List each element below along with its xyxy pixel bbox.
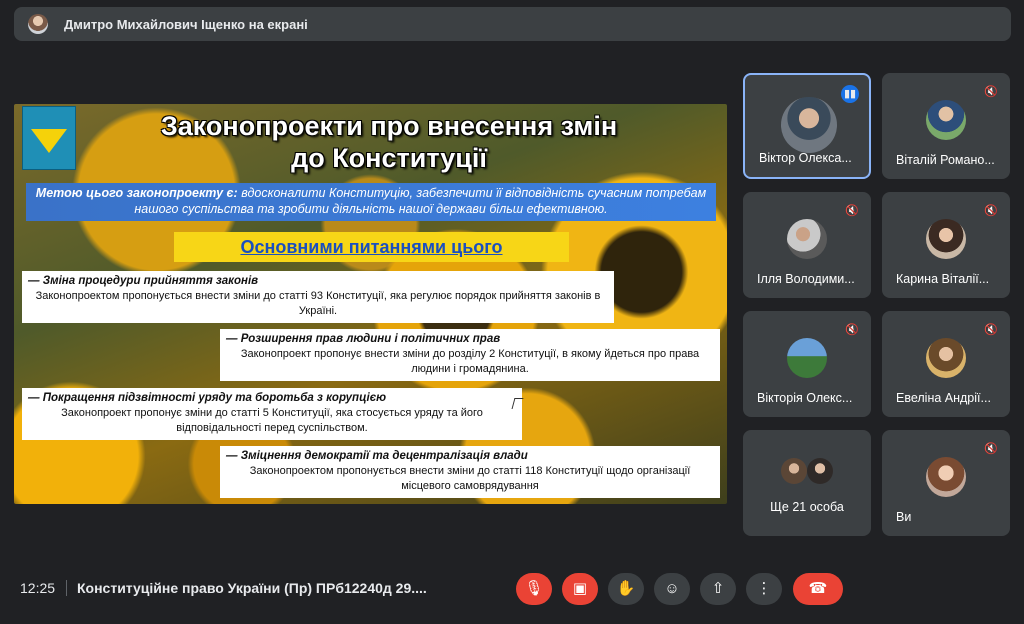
slide-item-4: — Зміцнення демократії та децентралізаці… bbox=[220, 446, 720, 498]
leave-call-button[interactable]: ☎ bbox=[793, 573, 843, 605]
participant-avatar bbox=[781, 458, 807, 484]
participant-name: Віктор Олекса... bbox=[759, 151, 852, 165]
participant-tile[interactable]: 🔇 Ілля Володими... bbox=[743, 192, 871, 298]
slide-item-heading: — Розширення прав людини і політичних пр… bbox=[226, 333, 501, 345]
mic-off-icon: 🔇 bbox=[984, 324, 998, 336]
slide-item-heading: — Зміна процедури прийняття законів bbox=[28, 275, 259, 287]
participant-avatar bbox=[926, 457, 966, 497]
participant-tile-more[interactable]: Ще 21 особа bbox=[743, 430, 871, 536]
participant-tile[interactable]: 🔇 Евеліна Андрії... bbox=[882, 311, 1010, 417]
divider bbox=[66, 580, 67, 596]
mic-off-icon: 🔇 bbox=[984, 86, 998, 98]
raise-hand-button[interactable]: ✋ bbox=[608, 573, 644, 605]
participant-name: Віталій Романо... bbox=[896, 153, 995, 167]
phone-hangup-icon: ☎ bbox=[808, 580, 828, 597]
present-screen-icon: ⇧ bbox=[711, 580, 725, 597]
camera-off-icon: ▣ bbox=[572, 580, 588, 597]
more-vertical-icon: ⋮ bbox=[756, 580, 772, 597]
slide-title-line1: Законопроекти про внесення змін bbox=[160, 111, 618, 141]
participant-tile-self[interactable]: 🔇 Ви bbox=[882, 430, 1010, 536]
mic-off-icon: 🔇 bbox=[984, 443, 998, 455]
slide-item-1: — Зміна процедури прийняття законів Зако… bbox=[22, 271, 614, 323]
microphone-toggle-button[interactable]: 🎙 bbox=[516, 573, 552, 605]
smiley-icon: ☺ bbox=[664, 580, 680, 597]
slide-goal-label: Метою цього законопроекту є: bbox=[35, 186, 238, 200]
participant-avatar bbox=[781, 97, 837, 153]
participant-avatar bbox=[926, 338, 966, 378]
participant-name: Вікторія Олекс... bbox=[757, 391, 853, 405]
slide-item-body: Законопроект пропонує зміни до статті 5 … bbox=[61, 407, 483, 434]
presenter-banner: Дмитро Михайлович Іщенко на екрані bbox=[14, 7, 1011, 41]
participant-avatar bbox=[787, 219, 827, 259]
present-screen-button[interactable]: ⇧ bbox=[700, 573, 736, 605]
reactions-button[interactable]: ☺ bbox=[654, 573, 690, 605]
slide-item-heading: — Зміцнення демократії та децентралізаці… bbox=[226, 450, 528, 462]
shared-screen: Законопроекти про внесення змін до Конст… bbox=[14, 104, 727, 504]
participant-tile[interactable]: 🔇 Карина Віталії... bbox=[882, 192, 1010, 298]
university-logo-icon bbox=[22, 106, 76, 170]
mic-off-icon: 🔇 bbox=[845, 205, 859, 217]
meeting-title: Конституційне право України (Пр) ПРб1224… bbox=[77, 580, 427, 596]
more-options-button[interactable]: ⋮ bbox=[746, 573, 782, 605]
participant-name: Ілля Володими... bbox=[757, 272, 855, 286]
participant-name: Ви bbox=[896, 510, 912, 524]
participant-tile[interactable]: ▮▮ Віктор Олекса... bbox=[743, 73, 871, 179]
presenter-banner-text: Дмитро Михайлович Іщенко на екрані bbox=[64, 16, 308, 32]
camera-toggle-button[interactable]: ▣ bbox=[562, 573, 598, 605]
slide-main-questions: Основними питаннями цього законопроекту … bbox=[174, 232, 569, 287]
participant-tile[interactable]: 🔇 Віталій Романо... bbox=[882, 73, 1010, 179]
participant-avatar bbox=[926, 219, 966, 259]
slide-item-3: — Покращення підзвітності уряду та борот… bbox=[22, 388, 522, 440]
speaking-indicator-icon: ▮▮ bbox=[841, 85, 859, 103]
participant-name: Евеліна Андрії... bbox=[896, 391, 991, 405]
mic-off-icon: 🔇 bbox=[984, 205, 998, 217]
mic-off-icon: 🎙 bbox=[524, 580, 544, 597]
slide-title-line2: до Конституції bbox=[291, 143, 487, 173]
slide-item-body: Законопроектом пропонується внести зміни… bbox=[249, 465, 691, 492]
meeting-time: 12:25 bbox=[20, 580, 56, 596]
slide-item-body: Законопроект пропонує внести зміни до ро… bbox=[240, 348, 700, 375]
hand-icon: ✋ bbox=[616, 580, 636, 597]
slide-item-heading: — Покращення підзвітності уряду та борот… bbox=[28, 392, 387, 404]
participant-tile[interactable]: 🔇 Вікторія Олекс... bbox=[743, 311, 871, 417]
participant-avatar bbox=[787, 338, 827, 378]
slide-item-body: Законопроектом пропонується внести зміни… bbox=[35, 290, 601, 317]
slide-item-2: — Розширення прав людини і політичних пр… bbox=[220, 329, 720, 381]
participant-name: Ще 21 особа bbox=[770, 500, 844, 514]
presenter-avatar bbox=[28, 14, 48, 34]
mic-off-icon: 🔇 bbox=[845, 324, 859, 336]
participant-avatar bbox=[807, 458, 833, 484]
participant-name: Карина Віталії... bbox=[896, 272, 990, 286]
participant-avatar bbox=[926, 100, 966, 140]
slide-title: Законопроекти про внесення змін до Конст… bbox=[74, 110, 704, 174]
slide-goal-box: Метою цього законопроекту є: вдосконалит… bbox=[26, 183, 716, 221]
